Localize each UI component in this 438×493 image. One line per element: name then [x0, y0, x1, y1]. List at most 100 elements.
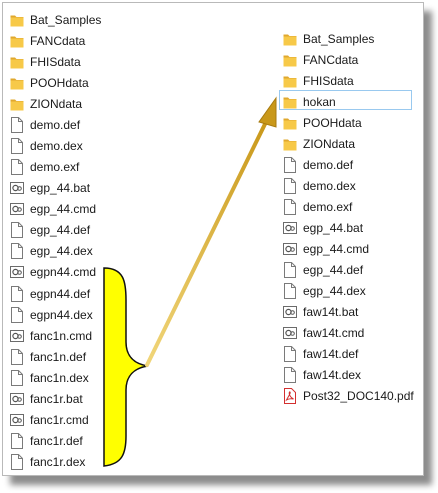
right-item-label: egp_44.bat [303, 220, 364, 235]
left-list-item[interactable]: egp_44.dex [10, 241, 93, 262]
left-item-label: fanc1n.def [30, 349, 87, 364]
folder-icon [283, 73, 297, 89]
left-item-label: egp_44.bat [30, 181, 91, 196]
left-list-item[interactable]: POOHdata [10, 72, 89, 93]
right-list-item[interactable]: faw14t.bat [283, 301, 358, 322]
right-item-label: faw14t.def [303, 346, 359, 361]
folder-icon [283, 136, 297, 152]
gear-file-icon [10, 180, 24, 196]
right-item-label: FHISdata [303, 73, 354, 88]
explorer-comparison-frame: Bat_Samples FANCdata FHISdata POOHdata Z… [2, 2, 424, 476]
right-item-label: egp_44.dex [303, 283, 366, 298]
left-list-item[interactable]: egp_44.def [10, 220, 90, 241]
file-icon [283, 198, 297, 215]
file-icon [10, 348, 24, 365]
left-item-label: egp_44.def [30, 223, 91, 238]
right-list-item[interactable]: demo.def [283, 154, 353, 175]
left-list-item[interactable]: fanc1r.bat [10, 388, 83, 409]
folder-icon [10, 54, 24, 70]
left-list-item[interactable]: egp_44.cmd [10, 199, 96, 220]
right-list-item[interactable]: faw14t.cmd [283, 322, 364, 343]
left-item-label: demo.exf [30, 160, 80, 175]
left-item-label: egpn44.def [30, 286, 91, 301]
right-item-label: faw14t.bat [303, 304, 359, 319]
file-icon [283, 366, 297, 383]
left-item-label: fanc1n.dex [30, 370, 89, 385]
left-list-item[interactable]: fanc1n.cmd [10, 325, 92, 346]
right-item-label: demo.exf [303, 199, 353, 214]
right-list-item[interactable]: FANCdata [283, 49, 358, 70]
left-list-item[interactable]: ZIONdata [10, 93, 82, 114]
left-list-item[interactable]: egpn44.def [10, 283, 90, 304]
file-icon [283, 282, 297, 299]
left-list-item[interactable]: egpn44.cmd [10, 262, 96, 283]
right-item-label: egp_44.def [303, 262, 364, 277]
file-icon [10, 137, 24, 154]
left-item-label: FANCdata [30, 33, 86, 48]
file-icon [10, 222, 24, 239]
left-list-item[interactable]: FHISdata [10, 51, 81, 72]
left-item-label: egpn44.cmd [30, 265, 97, 280]
folder-icon [283, 115, 297, 131]
left-item-label: fanc1r.bat [30, 391, 83, 406]
left-list-item[interactable]: egpn44.dex [10, 304, 93, 325]
gear-file-icon [10, 201, 24, 217]
left-item-label: FHISdata [30, 54, 81, 69]
right-item-label: hokan [303, 94, 336, 109]
right-item-label: ZIONdata [303, 136, 356, 151]
gear-file-icon [10, 391, 24, 407]
file-icon [10, 454, 24, 471]
gear-file-icon [10, 412, 24, 428]
right-item-label: faw14t.dex [303, 367, 362, 382]
right-list-item[interactable]: FHISdata [283, 70, 354, 91]
right-list-item[interactable]: faw14t.dex [283, 364, 361, 385]
left-list-item[interactable]: egp_44.bat [10, 178, 90, 199]
left-list-item[interactable]: fanc1r.def [10, 431, 83, 452]
folder-icon [283, 94, 297, 110]
gear-file-icon [283, 220, 297, 236]
right-list-item[interactable]: egp_44.bat [283, 217, 363, 238]
left-list-item[interactable]: demo.def [10, 114, 80, 135]
right-list-item[interactable]: faw14t.def [283, 343, 358, 364]
left-list-item[interactable]: fanc1n.def [10, 346, 86, 367]
file-icon [10, 116, 24, 133]
left-list-item[interactable]: FANCdata [10, 30, 85, 51]
left-list-item[interactable]: demo.dex [10, 135, 83, 156]
left-list-item[interactable]: demo.exf [10, 157, 79, 178]
gear-file-icon [283, 304, 297, 320]
right-item-label: Bat_Samples [303, 31, 375, 46]
right-list-item[interactable]: ZIONdata [283, 133, 355, 154]
left-item-label: POOHdata [30, 75, 89, 90]
right-list-item[interactable]: egp_44.dex [283, 280, 366, 301]
left-list-item[interactable]: fanc1n.dex [10, 367, 89, 388]
file-icon [10, 433, 24, 450]
left-item-label: egp_44.dex [30, 244, 93, 259]
pdf-icon [283, 387, 297, 404]
left-item-label: egpn44.dex [30, 307, 93, 322]
folder-icon [10, 96, 24, 112]
left-list-item[interactable]: fanc1r.cmd [10, 410, 89, 431]
folder-icon [10, 33, 24, 49]
right-list-item[interactable]: demo.exf [283, 196, 352, 217]
left-item-label: fanc1r.cmd [30, 413, 89, 428]
folder-icon [10, 75, 24, 91]
file-icon [283, 261, 297, 278]
left-list-item[interactable]: Bat_Samples [10, 9, 101, 30]
gear-file-icon [283, 325, 297, 341]
left-item-label: ZIONdata [30, 96, 83, 111]
right-item-label: FANCdata [303, 52, 359, 67]
right-item-label: demo.dex [303, 178, 356, 193]
folder-icon [283, 52, 297, 68]
file-icon [283, 345, 297, 362]
right-list-item[interactable]: demo.dex [283, 175, 356, 196]
right-list-item[interactable]: Bat_Samples [283, 28, 374, 49]
left-list-item[interactable]: fanc1r.dex [10, 452, 85, 473]
right-list-item[interactable]: egp_44.cmd [283, 238, 369, 259]
right-list-item[interactable]: POOHdata [283, 112, 362, 133]
folder-icon [10, 12, 24, 28]
right-list-item[interactable]: Post32_DOC140.pdf [283, 385, 414, 406]
right-list-item[interactable]: egp_44.def [283, 259, 363, 280]
file-icon [283, 156, 297, 173]
right-list-item[interactable]: hokan [283, 91, 336, 112]
gear-file-icon [10, 264, 24, 280]
